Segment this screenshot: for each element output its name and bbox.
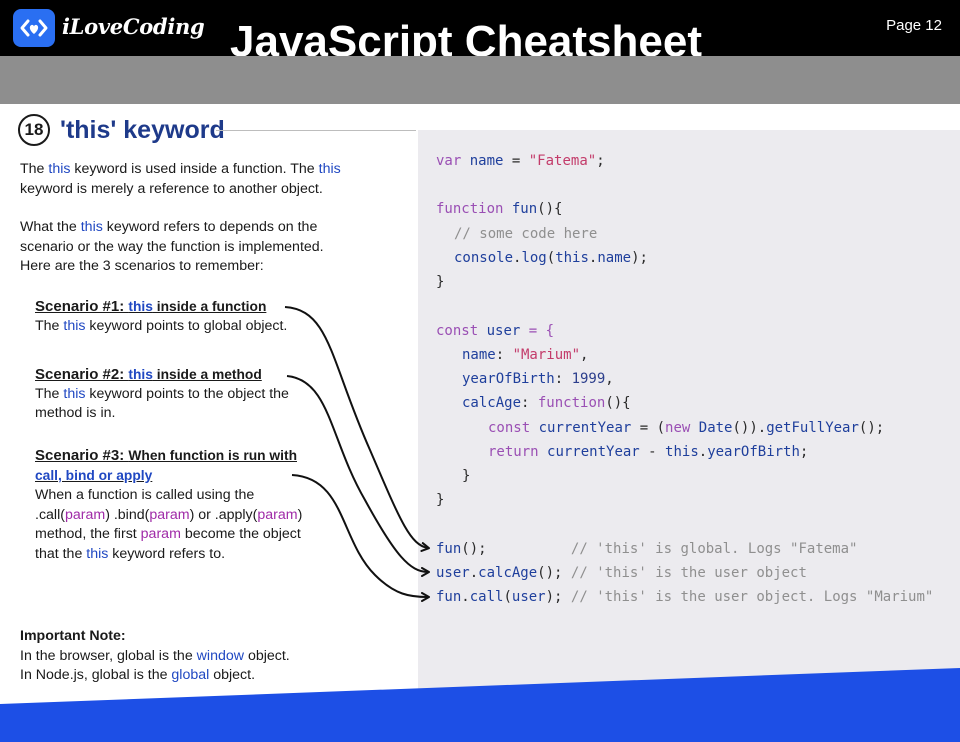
- scenario-1-heading: Scenario #1: this inside a function: [35, 298, 267, 315]
- code-line-4: console.log(this.name);: [454, 250, 648, 266]
- ilovecoding-logo-icon: [13, 9, 55, 47]
- scenario-2-heading: Scenario #2: this inside a method: [35, 366, 262, 383]
- code-line-3: // some code here: [454, 226, 598, 242]
- scenario-3-heading: Scenario #3: When function is run with: [35, 447, 297, 464]
- code-example-panel: var name = "Fatema"; function fun(){ // …: [418, 130, 960, 742]
- code-line-14: fun(); // 'this' is global. Logs "Fatema…: [436, 541, 858, 557]
- code-line-8: yearOfBirth: 1999,: [462, 371, 614, 387]
- code-line-12: }: [462, 468, 471, 484]
- important-note-title: Important Note:: [20, 628, 126, 644]
- code-line-15: user.calcAge(); // 'this' is the user ob…: [436, 565, 807, 581]
- code-line-1: var name = "Fatema";: [436, 153, 605, 169]
- code-line-5: }: [436, 274, 445, 290]
- header-bar: iLoveCoding JavaScript Cheatsheet Page 1…: [0, 0, 960, 56]
- section-rule: [216, 130, 416, 131]
- header-divider-band: [0, 56, 960, 104]
- section-heading: 18 'this' keyword: [18, 114, 225, 146]
- section-number-badge: 18: [18, 114, 50, 146]
- scenario-2: Scenario #2: this inside a method The th…: [35, 365, 415, 424]
- section-title: 'this' keyword: [60, 115, 225, 144]
- footer-band: [0, 668, 960, 742]
- code-line-2: function fun(){: [436, 201, 563, 217]
- page-number: Page 12: [886, 17, 942, 34]
- code-line-10: const currentYear = (new Date()).getFull…: [488, 420, 885, 436]
- code-line-16: fun.call(user); // 'this' is the user ob…: [436, 589, 934, 605]
- scenario-1: Scenario #1: this inside a function The …: [35, 297, 415, 336]
- brand-name: iLoveCoding: [62, 14, 205, 39]
- intro-paragraph-1: The this keyword is used inside a functi…: [20, 161, 341, 197]
- code-line-11: return currentYear - this.yearOfBirth;: [488, 444, 809, 460]
- scenario-3: Scenario #3: When function is run with c…: [35, 446, 415, 564]
- page-title: JavaScript Cheatsheet: [230, 17, 702, 56]
- code-line-7: name: "Marium",: [462, 347, 589, 363]
- code-line-9: calcAge: function(){: [462, 395, 631, 411]
- intro-paragraph-2: What the this keyword refers to depends …: [20, 219, 324, 274]
- code-line-6: const user = {: [436, 323, 555, 339]
- code-line-13: }: [436, 492, 445, 508]
